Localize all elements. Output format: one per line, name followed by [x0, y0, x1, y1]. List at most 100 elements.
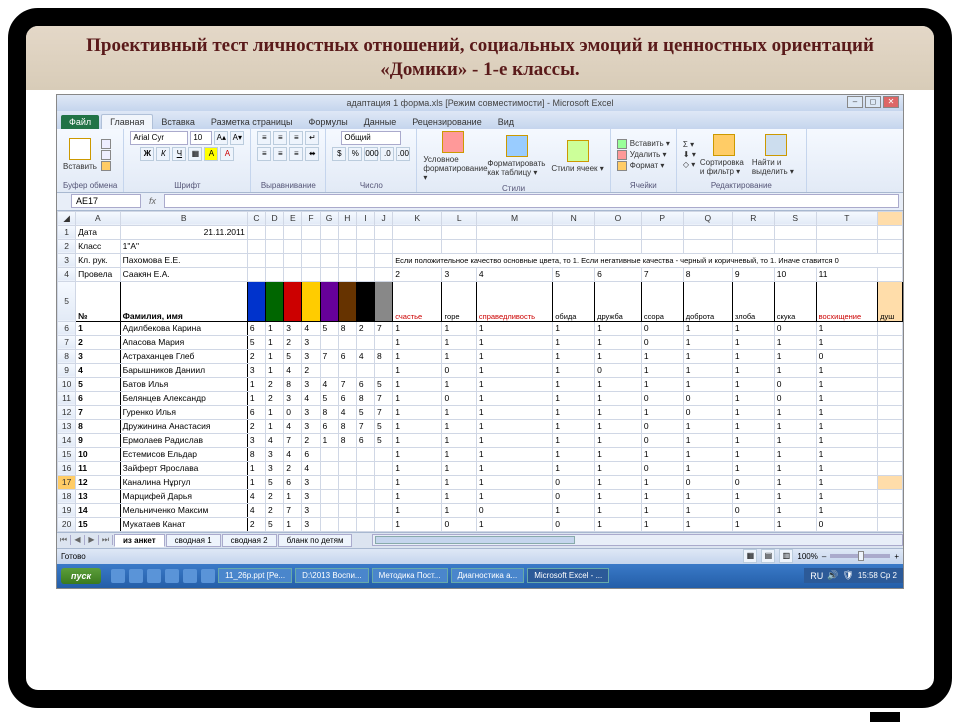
sort-filter-button[interactable]: Сортировка и фильтр ▾ [700, 134, 748, 176]
row-header[interactable]: 16 [58, 461, 76, 475]
number-format-select[interactable]: Общий [341, 131, 401, 145]
col-header[interactable]: P [641, 211, 683, 225]
row-header[interactable]: 17 [58, 475, 76, 489]
row-header[interactable]: 8 [58, 349, 76, 363]
delete-cells-button[interactable]: Удалить ▾ [617, 150, 670, 160]
row-header[interactable]: 18 [58, 489, 76, 503]
ribbon-tab-review[interactable]: Рецензирование [404, 115, 490, 129]
spreadsheet-grid[interactable]: ◢ABCDEFGHIJKLMNOPQRST1Дата21.11.20112Кла… [57, 211, 903, 532]
zoom-slider[interactable] [830, 554, 890, 558]
row-header[interactable]: 9 [58, 363, 76, 377]
merge-button[interactable]: ⬌ [305, 147, 319, 161]
col-header[interactable]: C [247, 211, 265, 225]
col-header[interactable]: H [338, 211, 356, 225]
shrink-font-button[interactable]: A▾ [230, 131, 244, 145]
percent-button[interactable]: % [348, 147, 362, 161]
name-box[interactable]: AE17 [71, 194, 141, 208]
taskbar-item[interactable]: D:\2013 Воспи... [295, 568, 369, 583]
sheet-tab[interactable]: бланк по детям [278, 534, 353, 547]
col-header[interactable]: G [320, 211, 338, 225]
sheet-nav-prev[interactable]: ◀ [71, 535, 85, 545]
col-header[interactable]: B [120, 211, 247, 225]
find-select-button[interactable]: Найти и выделить ▾ [752, 134, 800, 176]
tray-icon[interactable]: 🛡 [842, 570, 853, 581]
sheet-tab[interactable]: из анкет [114, 534, 165, 547]
row-header[interactable]: 4 [58, 267, 76, 281]
ribbon-tab-file[interactable]: Файл [61, 115, 99, 129]
fill-color-button[interactable]: A [204, 147, 218, 161]
align-bot-button[interactable]: ≡ [289, 131, 303, 145]
row-header[interactable]: 6 [58, 321, 76, 335]
paste-button[interactable]: Вставить [63, 138, 97, 171]
align-top-button[interactable]: ≡ [257, 131, 271, 145]
col-header[interactable]: T [816, 211, 878, 225]
row-header[interactable]: 13 [58, 419, 76, 433]
col-header[interactable]: Q [683, 211, 732, 225]
ribbon-tab-formulas[interactable]: Формулы [301, 115, 356, 129]
underline-button[interactable]: Ч [172, 147, 186, 161]
sheet-nav-first[interactable]: ⏮ [57, 535, 71, 545]
close-button[interactable]: ✕ [883, 96, 899, 108]
currency-button[interactable]: $ [332, 147, 346, 161]
grow-font-button[interactable]: A▴ [214, 131, 228, 145]
align-left-button[interactable]: ≡ [257, 147, 271, 161]
bold-button[interactable]: Ж [140, 147, 154, 161]
ql-icon[interactable] [111, 569, 125, 583]
italic-button[interactable]: К [156, 147, 170, 161]
col-header[interactable]: L [442, 211, 476, 225]
taskbar-item[interactable]: Методика Пост... [372, 568, 448, 583]
row-header[interactable]: 3 [58, 253, 76, 267]
zoom-in-button[interactable]: + [894, 552, 899, 561]
dec-dec-button[interactable]: .00 [396, 147, 410, 161]
ql-icon[interactable] [165, 569, 179, 583]
font-name-select[interactable]: Arial Cyr [130, 131, 188, 145]
sheet-tab[interactable]: сводная 1 [166, 534, 221, 547]
cut-icon[interactable] [101, 139, 111, 149]
zoom-out-button[interactable]: – [822, 552, 826, 561]
ql-icon[interactable] [129, 569, 143, 583]
ribbon-tab-data[interactable]: Данные [356, 115, 405, 129]
ql-icon[interactable] [183, 569, 197, 583]
row-header[interactable]: 11 [58, 391, 76, 405]
col-header[interactable]: O [595, 211, 642, 225]
autosum-button[interactable]: Σ ▾ [683, 140, 696, 149]
view-layout-button[interactable]: ▤ [761, 549, 775, 563]
row-header[interactable]: 20 [58, 517, 76, 531]
view-normal-button[interactable]: ▦ [743, 549, 757, 563]
sheet-nav-last[interactable]: ⏭ [99, 535, 113, 545]
start-button[interactable]: пуск [61, 568, 101, 584]
select-all[interactable]: ◢ [58, 211, 76, 225]
cond-format-button[interactable]: Условное форматирование ▾ [423, 131, 483, 182]
tray-icon[interactable]: 🔊 [827, 570, 838, 581]
copy-icon[interactable] [101, 150, 111, 160]
inc-dec-button[interactable]: .0 [380, 147, 394, 161]
border-button[interactable]: ▦ [188, 147, 202, 161]
col-header[interactable]: M [476, 211, 552, 225]
ribbon-tab-home[interactable]: Главная [101, 114, 153, 129]
row-header[interactable]: 19 [58, 503, 76, 517]
row-header[interactable]: 2 [58, 239, 76, 253]
insert-cells-button[interactable]: Вставить ▾ [617, 139, 670, 149]
col-header[interactable]: J [375, 211, 393, 225]
col-header[interactable]: R [732, 211, 774, 225]
clear-button[interactable]: ◇ ▾ [683, 160, 696, 169]
col-header[interactable]: D [266, 211, 284, 225]
row-header[interactable]: 1 [58, 225, 76, 239]
row-header[interactable]: 10 [58, 377, 76, 391]
ql-icon[interactable] [147, 569, 161, 583]
format-cells-button[interactable]: Формат ▾ [617, 161, 670, 171]
ribbon-tab-layout[interactable]: Разметка страницы [203, 115, 301, 129]
row-header[interactable]: 14 [58, 433, 76, 447]
font-size-select[interactable]: 10 [190, 131, 212, 145]
lang-indicator[interactable]: RU [810, 571, 823, 581]
taskbar-item[interactable]: Microsoft Excel - ... [527, 568, 609, 583]
ql-icon[interactable] [201, 569, 215, 583]
cell-styles-button[interactable]: Стили ячеек ▾ [551, 140, 603, 173]
format-painter-icon[interactable] [101, 161, 111, 171]
row-header[interactable]: 12 [58, 405, 76, 419]
sheet-nav-next[interactable]: ▶ [85, 535, 99, 545]
horizontal-scrollbar[interactable] [372, 534, 903, 546]
comma-button[interactable]: 000 [364, 147, 378, 161]
col-header[interactable]: E [284, 211, 302, 225]
font-color-button[interactable]: A [220, 147, 234, 161]
